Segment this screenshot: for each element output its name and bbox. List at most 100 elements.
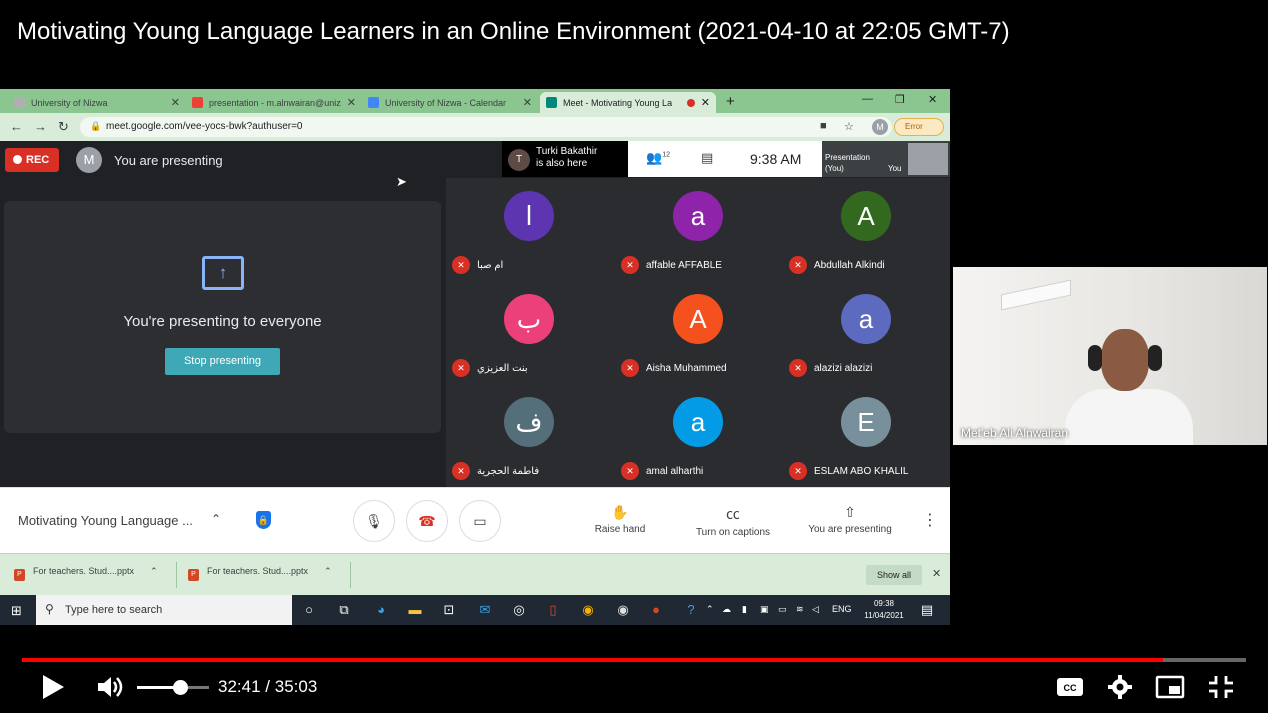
stop-presenting-button[interactable]: Stop presenting	[165, 348, 280, 375]
tab-google-meet[interactable]: Meet - Motivating Young La ✕	[540, 92, 716, 113]
leave-call-button[interactable]: ☎	[406, 500, 448, 542]
presenting-label: You are presenting	[808, 524, 892, 535]
participant-tile[interactable]: A ✕ Aisha Muhammed	[615, 281, 783, 384]
store-icon[interactable]: ⊡	[440, 601, 458, 619]
back-icon[interactable]: ←	[10, 119, 23, 134]
tab-university-of-nizwa[interactable]: University of Nizwa ✕	[8, 92, 186, 113]
play-button[interactable]	[43, 675, 64, 699]
close-tab-icon[interactable]: ✕	[701, 96, 710, 109]
participant-tile[interactable]: ا ✕ ام صبا	[446, 178, 614, 281]
file-explorer-icon[interactable]: ▬	[406, 601, 424, 619]
powerpoint-taskbar-icon[interactable]: ●	[647, 601, 665, 619]
captions-label: Turn on captions	[695, 527, 771, 538]
meeting-clock: 9:38 AM	[750, 151, 802, 167]
edge-icon[interactable]: ◕	[372, 601, 390, 619]
taskbar-clock[interactable]: 09:38 11/04/2021	[856, 598, 912, 622]
onedrive-icon[interactable]: ☁	[722, 604, 731, 615]
camera-icon[interactable]: ■	[820, 120, 827, 132]
download-item[interactable]: P For teachers. Stud....pptx ⌃	[14, 566, 158, 581]
reload-icon[interactable]: ↻	[58, 119, 69, 135]
tab-calendar[interactable]: University of Nizwa - Calendar ✕	[362, 92, 538, 113]
browser-toolbar: ← → ↻ 🔒 meet.google.com/vee-yocs-bwk?aut…	[0, 113, 950, 141]
participant-name: فاطمة الحجرية	[477, 466, 540, 477]
participant-tile[interactable]: a ✕ alazizi alazizi	[783, 281, 950, 384]
miniplayer-icon[interactable]	[1155, 673, 1185, 701]
meeting-name[interactable]: Motivating Young Language ...	[18, 513, 193, 528]
chevron-up-icon[interactable]: ⌃	[211, 512, 221, 526]
chevron-up-icon[interactable]: ⌃	[324, 566, 332, 576]
meet-control-bar: Motivating Young Language ... ⌃ 🔒 🎙 ☎ ▭ …	[0, 487, 950, 553]
volume-tray-icon[interactable]: ◁	[812, 604, 819, 615]
close-tab-icon[interactable]: ✕	[523, 96, 532, 109]
participant-tile[interactable]: a ✕ amal alharthi	[615, 384, 783, 487]
mic-muted-icon: ✕	[621, 256, 639, 274]
forward-icon[interactable]: →	[34, 119, 47, 134]
windows-taskbar: ⊞ ⚲ Type here to search ○ ⧉ ◕ ▬ ⊡ ✉ ◎ ▯ …	[0, 595, 950, 625]
progress-bar[interactable]	[22, 658, 1246, 662]
windows-start-icon[interactable]: ⊞	[11, 603, 22, 619]
tab-gmail-presentation[interactable]: presentation - m.alnwairan@unizwa ✕	[186, 92, 362, 113]
tray-chevron-icon[interactable]: ⌃	[706, 604, 714, 615]
presenting-card: ↑ You're presenting to everyone Stop pre…	[4, 201, 441, 433]
chrome-icon[interactable]: ◉	[579, 601, 597, 619]
camera-button[interactable]: ▭	[459, 500, 501, 542]
show-all-button[interactable]: Show all	[866, 565, 922, 585]
settings-gear-icon[interactable]	[1105, 673, 1135, 701]
app-icon[interactable]: ◎	[510, 601, 528, 619]
volume-icon[interactable]	[96, 674, 124, 700]
chrome-alt-icon[interactable]: ◉	[614, 601, 632, 619]
office-icon[interactable]: ▯	[544, 601, 562, 619]
people-button[interactable]: 👥12	[646, 150, 670, 166]
chat-icon[interactable]: ▤	[701, 150, 713, 166]
meet-tray-icon[interactable]: ▣	[760, 604, 769, 615]
raise-hand-button[interactable]: ✋ Raise hand	[570, 504, 670, 535]
cortana-icon[interactable]: ○	[300, 601, 318, 619]
help-icon[interactable]: ?	[682, 601, 700, 619]
participant-tile[interactable]: E ✕ ESLAM ABO KHALIL	[783, 384, 950, 487]
mail-icon[interactable]: ✉	[476, 601, 494, 619]
participant-tile[interactable]: ف ✕ فاطمة الحجرية	[446, 384, 614, 487]
more-options-icon[interactable]: ⋮	[922, 510, 938, 530]
preview-sublabel: (You)	[825, 164, 844, 173]
task-view-icon[interactable]: ⧉	[335, 601, 353, 619]
address-bar[interactable]: 🔒 meet.google.com/vee-yocs-bwk?authuser=…	[80, 117, 892, 137]
close-tab-icon[interactable]: ✕	[171, 96, 180, 109]
error-button[interactable]: Error	[894, 118, 944, 136]
also-here-suffix: is also here	[536, 158, 588, 169]
minimize-icon[interactable]: —	[862, 93, 873, 105]
close-tab-icon[interactable]: ✕	[347, 96, 356, 109]
exit-fullscreen-icon[interactable]	[1206, 673, 1236, 701]
taskbar-search[interactable]: ⚲ Type here to search	[36, 595, 292, 625]
restore-icon[interactable]: ❐	[895, 93, 905, 106]
captions-button[interactable]: ㏄ Turn on captions	[683, 504, 783, 538]
wifi-icon[interactable]: ≋	[796, 604, 804, 615]
close-icon[interactable]: ✕	[932, 567, 941, 580]
participant-tile[interactable]: ب ✕ بنت العزيزي	[446, 281, 614, 384]
mic-tray-icon[interactable]: ▮	[742, 604, 747, 615]
hang-up-icon: ☎	[418, 513, 436, 529]
presenter-avatar: M	[76, 147, 102, 173]
participant-tile[interactable]: A ✕ Abdullah Alkindi	[783, 178, 950, 281]
recorded-screen[interactable]: University of Nizwa ✕ presentation - m.a…	[0, 89, 950, 625]
participant-tile[interactable]: a ✕ affable AFFABLE	[615, 178, 783, 281]
subtitles-icon[interactable]: CC	[1055, 673, 1085, 701]
youtube-player[interactable]: Motivating Young Language Learners in an…	[0, 0, 1268, 713]
volume-knob[interactable]	[173, 680, 189, 695]
bookmark-star-icon[interactable]: ☆	[844, 120, 854, 133]
notifications-icon[interactable]: ▤	[918, 601, 936, 619]
window-close-icon[interactable]: ✕	[928, 93, 937, 106]
new-tab-icon[interactable]: +	[726, 93, 735, 110]
raise-hand-label: Raise hand	[594, 524, 646, 535]
presenting-button[interactable]: ⇧ You are presenting	[800, 504, 900, 535]
download-item[interactable]: P For teachers. Stud....pptx ⌃	[188, 566, 332, 581]
also-here-notice: T Turki Bakathir is also here	[502, 141, 628, 177]
self-preview[interactable]: Presentation (You) You	[822, 141, 950, 177]
captions-icon: ㏄	[726, 506, 740, 522]
battery-icon[interactable]: ▭	[778, 604, 787, 615]
chevron-up-icon[interactable]: ⌃	[150, 566, 158, 576]
language-indicator[interactable]: ENG	[832, 604, 852, 614]
participant-name: ام صبا	[477, 260, 504, 271]
profile-avatar[interactable]: M	[872, 119, 888, 135]
host-controls-shield-icon[interactable]: 🔒	[256, 511, 271, 529]
microphone-button[interactable]: 🎙	[353, 500, 395, 542]
